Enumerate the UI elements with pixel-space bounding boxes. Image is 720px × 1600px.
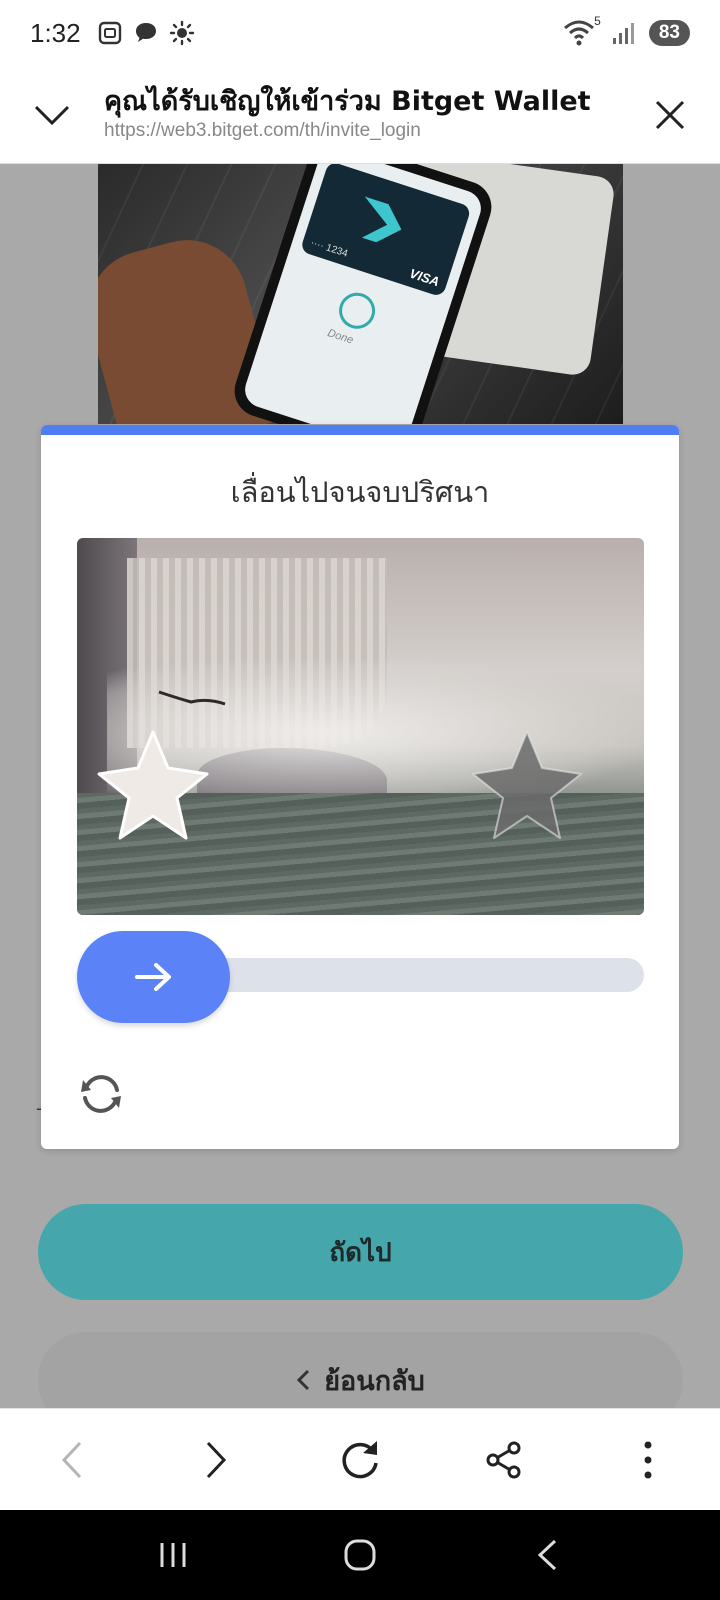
browser-header: คุณได้รับเชิญให้เข้าร่วม Bitget Wallet h… <box>0 66 720 164</box>
slider-handle[interactable] <box>77 931 230 1023</box>
brightness-icon <box>169 20 194 46</box>
browser-more-button[interactable] <box>608 1420 688 1500</box>
page-url: https://web3.bitget.com/th/invite_login <box>104 120 421 142</box>
screenshot-icon <box>98 21 121 45</box>
page-title: คุณได้รับเชิญให้เข้าร่วม Bitget Wallet <box>104 85 591 117</box>
home-icon <box>344 1539 376 1571</box>
share-icon <box>486 1441 521 1478</box>
close-button[interactable] <box>620 66 720 164</box>
refresh-button[interactable] <box>75 1068 127 1120</box>
battery-icon: 83 <box>648 20 690 46</box>
bird-icon <box>158 690 226 706</box>
status-bar: 1:32 5 83 <box>0 0 720 66</box>
signal-icon <box>612 23 634 44</box>
status-icons-right: 5 83 <box>563 14 690 48</box>
star-puzzle-piece[interactable] <box>93 726 213 846</box>
recents-icon <box>160 1543 186 1567</box>
reload-icon <box>342 1440 378 1478</box>
captcha-title: เลื่อนไปจนจบปริศนา <box>230 475 490 509</box>
wifi-icon: 5 <box>563 14 601 48</box>
back-icon <box>537 1539 556 1571</box>
browser-share-button[interactable] <box>464 1420 544 1500</box>
next-button[interactable]: ถัดไป <box>38 1204 683 1300</box>
refresh-icon <box>81 1075 121 1113</box>
forward-icon <box>206 1441 227 1478</box>
payment-card: ···· 1234 VISA <box>299 164 472 298</box>
hero-image: ···· 1234 VISA Done <box>98 164 623 424</box>
status-time: 1:32 <box>30 17 81 48</box>
header-text[interactable]: คุณได้รับเชิญให้เข้าร่วม Bitget Wallet h… <box>104 85 620 143</box>
close-icon <box>655 100 685 129</box>
arrow-right-icon <box>134 963 171 991</box>
back-button-label: ย้อนกลับ <box>324 1365 425 1397</box>
done-label: Done <box>325 327 355 347</box>
next-button-label: ถัดไป <box>329 1237 392 1268</box>
back-icon <box>61 1441 82 1478</box>
nav-recents-button[interactable] <box>133 1520 213 1590</box>
browser-back-button[interactable] <box>32 1420 112 1500</box>
system-nav-bar <box>0 1510 720 1600</box>
browser-forward-button[interactable] <box>176 1420 256 1500</box>
wifi-badge: 5 <box>594 14 601 28</box>
nav-home-button[interactable] <box>320 1520 400 1590</box>
nav-back-button[interactable] <box>507 1520 587 1590</box>
collapse-button[interactable] <box>0 66 104 164</box>
status-icons-left <box>97 20 195 46</box>
chevron-left-icon <box>297 1369 310 1391</box>
captcha-modal: เลื่อนไปจนจบปริศนา <box>41 425 679 1149</box>
card-number: ···· 1234 <box>309 237 350 260</box>
done-check-icon <box>334 288 380 334</box>
chat-bubble-icon <box>135 23 156 42</box>
chevron-down-icon <box>34 105 70 125</box>
more-icon <box>644 1441 652 1478</box>
captcha-top-bar <box>41 425 679 435</box>
card-brand: VISA <box>407 265 442 290</box>
back-button[interactable]: ย้อนกลับ <box>38 1332 683 1408</box>
browser-reload-button[interactable] <box>320 1420 400 1500</box>
puzzle-image <box>77 538 644 915</box>
browser-toolbar <box>0 1408 720 1510</box>
star-target-slot <box>472 731 582 839</box>
bitget-logo-icon <box>361 196 402 243</box>
